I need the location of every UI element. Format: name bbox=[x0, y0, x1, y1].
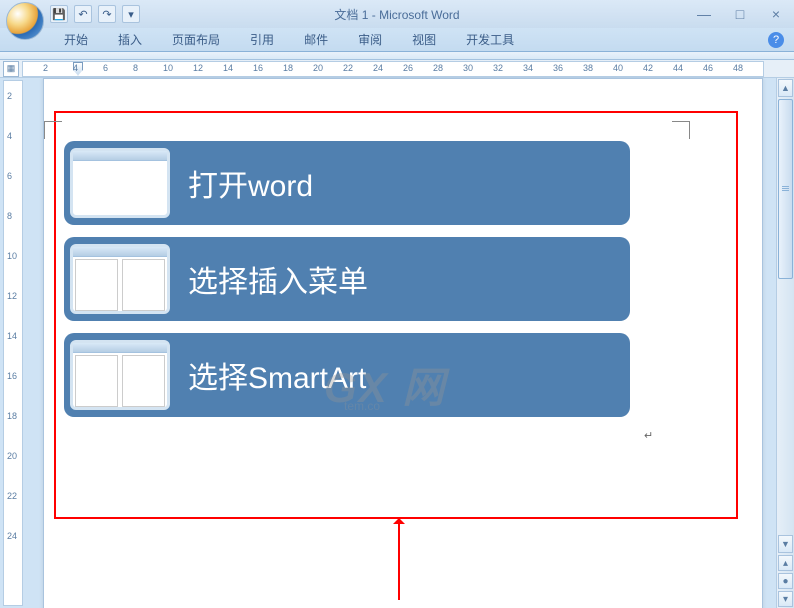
titlebar: 💾 ↶ ↷ ▾ 文档 1 - Microsoft Word — □ × bbox=[0, 0, 794, 28]
ruler-tick: 24 bbox=[7, 531, 17, 541]
tab-view[interactable]: 视图 bbox=[398, 28, 450, 51]
ruler-tick: 34 bbox=[523, 63, 533, 73]
browse-controls: ▴ ● ▾ bbox=[777, 554, 794, 608]
ruler-tick: 20 bbox=[313, 63, 323, 73]
scroll-thumb[interactable] bbox=[778, 99, 793, 279]
ribbon-body bbox=[0, 52, 794, 60]
ribbon-tabs: 开始 插入 页面布局 引用 邮件 审阅 视图 开发工具 ? bbox=[0, 28, 794, 52]
window-title: 文档 1 - Microsoft Word bbox=[334, 6, 459, 23]
ruler-tick: 46 bbox=[703, 63, 713, 73]
ruler-tick: 16 bbox=[253, 63, 263, 73]
ruler-tick: 4 bbox=[7, 131, 12, 141]
tab-home[interactable]: 开始 bbox=[50, 28, 102, 51]
thumb-menu-icon bbox=[70, 244, 170, 314]
smartart-text-2: 选择插入菜单 bbox=[188, 257, 368, 301]
ruler-tick: 44 bbox=[673, 63, 683, 73]
thumb-blank-icon bbox=[70, 148, 170, 218]
smartart-text-3: 选择SmartArt bbox=[188, 353, 366, 397]
annotation-arrow-icon bbox=[398, 520, 400, 600]
prev-page-button[interactable]: ▴ bbox=[778, 555, 793, 571]
scroll-track[interactable] bbox=[778, 99, 793, 533]
tab-mailings[interactable]: 邮件 bbox=[290, 28, 342, 51]
scroll-up-button[interactable]: ▲ bbox=[778, 79, 793, 97]
ruler-tick: 36 bbox=[553, 63, 563, 73]
tab-pagelayout[interactable]: 页面布局 bbox=[158, 28, 234, 51]
ruler-tick: 30 bbox=[463, 63, 473, 73]
ruler-tick: 10 bbox=[7, 251, 17, 261]
qat-more-button[interactable]: ▾ bbox=[122, 5, 140, 23]
ruler-tick: 6 bbox=[103, 63, 108, 73]
ruler-tick: 4 bbox=[73, 63, 78, 73]
ruler-tick: 16 bbox=[7, 371, 17, 381]
close-button[interactable]: × bbox=[764, 6, 788, 22]
work-area: 24681012141618202224 打开word 选择插入菜单 bbox=[0, 78, 794, 608]
browse-object-button[interactable]: ● bbox=[778, 573, 793, 589]
ruler-tick: 24 bbox=[373, 63, 383, 73]
horizontal-ruler-row: ▦ 24681012141618202224262830323436384042… bbox=[0, 60, 794, 78]
quick-access-toolbar: 💾 ↶ ↷ ▾ bbox=[50, 5, 140, 23]
margin-corner-tl bbox=[44, 121, 62, 139]
tab-references[interactable]: 引用 bbox=[236, 28, 288, 51]
scroll-down-button[interactable]: ▼ bbox=[778, 535, 793, 553]
ruler-tick: 14 bbox=[223, 63, 233, 73]
ruler-tick: 18 bbox=[7, 411, 17, 421]
ruler-tick: 10 bbox=[163, 63, 173, 73]
smartart-item-2[interactable]: 选择插入菜单 bbox=[64, 237, 630, 321]
minimize-button[interactable]: — bbox=[692, 6, 716, 22]
smartart-item-1[interactable]: 打开word bbox=[64, 141, 630, 225]
tab-developer[interactable]: 开发工具 bbox=[452, 28, 528, 51]
save-button[interactable]: 💾 bbox=[50, 5, 68, 23]
tab-insert[interactable]: 插入 bbox=[104, 28, 156, 51]
document-page[interactable]: 打开word 选择插入菜单 选择SmartArt ↵ GX 网 tem.co bbox=[43, 78, 763, 608]
ruler-tick: 22 bbox=[7, 491, 17, 501]
ruler-tick: 2 bbox=[43, 63, 48, 73]
vertical-scrollbar[interactable]: ▲ ▼ ▴ ● ▾ bbox=[776, 78, 794, 608]
ruler-tick: 2 bbox=[7, 91, 12, 101]
ruler-tick: 6 bbox=[7, 171, 12, 181]
ruler-tick: 20 bbox=[7, 451, 17, 461]
ruler-tick: 12 bbox=[193, 63, 203, 73]
ruler-tick: 8 bbox=[7, 211, 12, 221]
ruler-tick: 22 bbox=[343, 63, 353, 73]
ruler-tick: 48 bbox=[733, 63, 743, 73]
smartart-text-1: 打开word bbox=[188, 161, 313, 205]
margin-corner-tr bbox=[672, 121, 690, 139]
next-page-button[interactable]: ▾ bbox=[778, 591, 793, 607]
thumb-smartart-icon bbox=[70, 340, 170, 410]
maximize-button[interactable]: □ bbox=[728, 6, 752, 22]
horizontal-ruler[interactable]: 2468101214161820222426283032343638404244… bbox=[22, 61, 764, 77]
ruler-tick: 18 bbox=[283, 63, 293, 73]
vertical-ruler[interactable]: 24681012141618202224 bbox=[3, 80, 23, 606]
ruler-tick: 32 bbox=[493, 63, 503, 73]
ruler-tick: 40 bbox=[613, 63, 623, 73]
ruler-tick: 28 bbox=[433, 63, 443, 73]
ruler-tick: 42 bbox=[643, 63, 653, 73]
smartart-item-3[interactable]: 选择SmartArt bbox=[64, 333, 630, 417]
ruler-tick: 12 bbox=[7, 291, 17, 301]
ruler-tick: 26 bbox=[403, 63, 413, 73]
ruler-tick: 8 bbox=[133, 63, 138, 73]
office-button[interactable] bbox=[6, 2, 44, 40]
ruler-tick: 38 bbox=[583, 63, 593, 73]
window-controls: — □ × bbox=[692, 6, 788, 22]
help-icon[interactable]: ? bbox=[768, 32, 784, 48]
redo-button[interactable]: ↷ bbox=[98, 5, 116, 23]
undo-button[interactable]: ↶ bbox=[74, 5, 92, 23]
tab-selector-button[interactable]: ▦ bbox=[3, 61, 19, 77]
ruler-tick: 14 bbox=[7, 331, 17, 341]
smartart-graphic[interactable]: 打开word 选择插入菜单 选择SmartArt bbox=[64, 141, 630, 429]
paragraph-mark: ↵ bbox=[644, 429, 653, 442]
tab-review[interactable]: 审阅 bbox=[344, 28, 396, 51]
